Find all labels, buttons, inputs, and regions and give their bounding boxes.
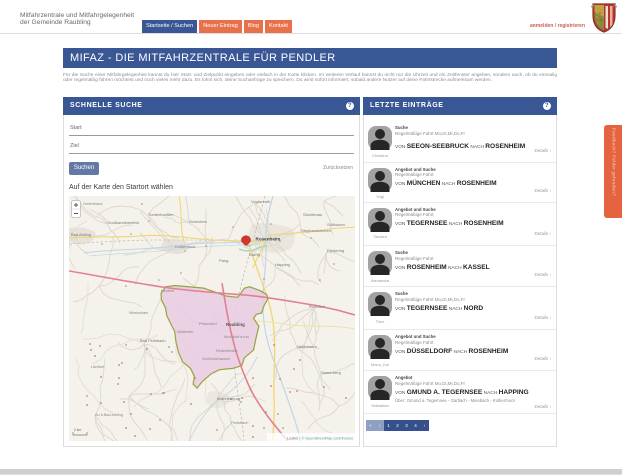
- svg-text:Bad Aibling: Bad Aibling: [71, 232, 91, 237]
- svg-text:Schechen: Schechen: [189, 219, 207, 224]
- svg-text:Pang: Pang: [219, 258, 228, 263]
- svg-text:Tuntenhausen: Tuntenhausen: [148, 212, 173, 217]
- svg-text:Neubeuern: Neubeuern: [297, 344, 317, 349]
- svg-text:Hohenthann: Hohenthann: [83, 202, 103, 206]
- svg-text:Großholzhausen: Großholzhausen: [202, 357, 230, 361]
- svg-text:Flintsbach: Flintsbach: [231, 421, 248, 425]
- svg-text:Raubling: Raubling: [226, 322, 245, 327]
- svg-text:Söchtenau: Söchtenau: [303, 212, 322, 217]
- svg-text:2 km: 2 km: [74, 428, 82, 432]
- svg-text:Großkarolinenfeld: Großkarolinenfeld: [107, 220, 139, 225]
- svg-text:Happing: Happing: [275, 262, 290, 267]
- svg-text:Litzldorf: Litzldorf: [91, 365, 105, 369]
- svg-text:Au b.Bad Aibling: Au b.Bad Aibling: [95, 413, 123, 417]
- svg-text:Vogtareuth: Vogtareuth: [251, 199, 270, 204]
- svg-text:Samerberg: Samerberg: [321, 370, 341, 375]
- svg-text:Aising: Aising: [249, 252, 260, 257]
- svg-text:Stephanskirchen: Stephanskirchen: [301, 228, 331, 233]
- svg-text:Heufeld: Heufeld: [161, 289, 174, 293]
- svg-text:Kirchdorf a.Inn: Kirchdorf a.Inn: [224, 335, 249, 339]
- svg-text:Söllhuben: Söllhuben: [327, 222, 345, 227]
- svg-text:Pfraundorf: Pfraundorf: [199, 322, 218, 326]
- svg-text:Rosenheim: Rosenheim: [256, 237, 281, 242]
- svg-text:Rohrdorf: Rohrdorf: [309, 304, 325, 309]
- svg-text:Leaflet | © OpenStreetMap cont: Leaflet | © OpenStreetMap contributors: [287, 437, 353, 441]
- svg-text:Redenfelden: Redenfelden: [216, 349, 238, 353]
- svg-text:Nicklheim: Nicklheim: [177, 330, 193, 334]
- svg-text:Kolbermoor: Kolbermoor: [175, 244, 196, 249]
- svg-text:Riedering: Riedering: [327, 248, 344, 253]
- svg-text:Brannenburg: Brannenburg: [217, 396, 240, 401]
- svg-text:Bad Feilnbach: Bad Feilnbach: [140, 338, 166, 343]
- svg-text:Westerham: Westerham: [129, 311, 148, 315]
